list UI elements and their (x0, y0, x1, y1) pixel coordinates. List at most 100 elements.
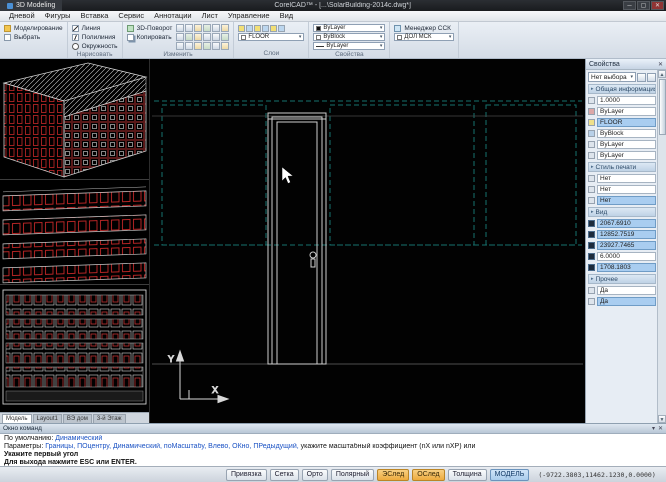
properties-scrollbar[interactable] (657, 70, 666, 423)
property-row[interactable]: Нет (588, 195, 656, 205)
property-value[interactable]: ByLayer (597, 139, 656, 149)
property-row[interactable]: 1.0000 (588, 95, 656, 105)
line-button[interactable]: Линия (71, 24, 118, 32)
modify-tool-icon[interactable] (212, 33, 221, 41)
modify-tool-icon[interactable] (203, 24, 212, 32)
property-row[interactable]: 6.0000 (588, 251, 656, 261)
select-button[interactable]: Выбрать (4, 33, 63, 41)
property-value[interactable]: Нет (597, 184, 656, 194)
main-canvas[interactable]: Y X (150, 59, 585, 423)
scroll-up-icon[interactable] (658, 70, 666, 78)
menu-item-0[interactable]: Дневой (4, 11, 40, 21)
close-button[interactable]: ✕ (651, 1, 664, 10)
grid-toggle[interactable]: Сетка (269, 468, 299, 481)
tab-layout1[interactable]: Layout1 (32, 414, 62, 423)
layer-combo[interactable]: FLOOR (238, 33, 305, 41)
property-row[interactable]: Да (588, 296, 656, 306)
scroll-down-icon[interactable] (658, 415, 666, 423)
property-row[interactable]: Да (588, 285, 656, 295)
modeling-button[interactable]: Моделирование (4, 24, 63, 32)
etrack-toggle[interactable]: ЭСлед (377, 468, 410, 481)
menu-item-2[interactable]: Вставка (76, 11, 114, 21)
property-row[interactable]: 23927.7465 (588, 240, 656, 250)
layer-state-icon[interactable] (254, 24, 262, 32)
property-row[interactable]: 2067.6910 (588, 218, 656, 228)
property-value[interactable]: Да (597, 285, 656, 295)
property-value[interactable]: 6.0000 (597, 251, 656, 261)
polar-toggle[interactable]: Полярный (330, 468, 375, 481)
command-close-icon[interactable]: ✕ (658, 425, 663, 432)
menu-item-3[interactable]: Сервис (113, 11, 149, 21)
property-row[interactable]: 1708.1803 (588, 262, 656, 272)
group-label-properties[interactable]: Свойства (313, 50, 385, 59)
palette-close-icon[interactable]: ✕ (658, 61, 663, 68)
modify-tool-icon[interactable] (203, 33, 212, 41)
property-row[interactable]: 12852.7519 (588, 229, 656, 239)
maximize-button[interactable]: ▢ (637, 1, 650, 10)
menu-item-6[interactable]: Управление (223, 11, 275, 21)
modify-tool-icon[interactable] (185, 24, 194, 32)
property-value[interactable]: ByLayer (597, 106, 656, 116)
property-value[interactable]: Да (597, 296, 656, 306)
layer-state-icon[interactable] (262, 24, 270, 32)
property-value[interactable]: 1708.1803 (597, 262, 656, 272)
tab-model[interactable]: Модель (2, 414, 32, 423)
circle-button[interactable]: Окружность (71, 42, 118, 50)
property-value[interactable]: Нет (597, 195, 656, 205)
layer-state-icon[interactable] (246, 24, 254, 32)
command-options-links[interactable]: Границы, ПОцентру, Динамический, поМасшт… (45, 443, 298, 450)
group-label-layers[interactable]: Слои (238, 49, 304, 58)
modify-tool-icon[interactable] (176, 24, 185, 32)
copy-button[interactable]: Копировать (126, 33, 173, 41)
modify-tool-icon[interactable] (194, 33, 203, 41)
command-history[interactable]: По умолчанию: Динамический Параметры: Гр… (0, 434, 666, 466)
section-header-printstyle[interactable]: Стиль печати (588, 162, 656, 172)
polyline-button[interactable]: Полилиния (71, 33, 118, 41)
property-value[interactable]: FLOOR (597, 117, 656, 127)
ucs-manager-button[interactable]: Менеджер ССК (394, 24, 454, 32)
layer-state-icon[interactable] (278, 24, 286, 32)
workspace-tab[interactable]: 3D Modeling (0, 0, 63, 11)
rotate3d-button[interactable]: 3D-Поворот (126, 24, 172, 32)
viewport-axonometric[interactable] (0, 59, 149, 180)
modify-tool-icon[interactable] (212, 24, 221, 32)
command-window-header[interactable]: Окно команд ▾ ✕ (0, 424, 666, 434)
select-entities-icon[interactable] (647, 72, 656, 82)
color-combo[interactable]: ByLayer (313, 24, 386, 32)
otrack-toggle[interactable]: ОСлед (412, 468, 445, 481)
default-option-link[interactable]: Динамический (55, 435, 102, 442)
lineweight-combo[interactable]: ByLayer (313, 42, 386, 50)
property-value[interactable]: 2067.6910 (597, 218, 656, 228)
property-row[interactable]: ByBlock (588, 128, 656, 138)
modify-tool-icon[interactable] (194, 42, 203, 50)
modify-tool-icon[interactable] (185, 42, 194, 50)
command-collapse-icon[interactable]: ▾ (652, 425, 655, 432)
property-row[interactable]: FLOOR (588, 117, 656, 127)
quick-select-icon[interactable] (637, 72, 646, 82)
menu-item-5[interactable]: Лист (197, 11, 223, 21)
property-value[interactable]: 12852.7519 (597, 229, 656, 239)
property-value[interactable]: ByBlock (597, 128, 656, 138)
group-label-draw[interactable]: Нарисовать (72, 50, 118, 59)
ucs-combo[interactable]: ДОЛ МСК (394, 33, 455, 41)
modify-tool-icon[interactable] (176, 33, 185, 41)
ortho-toggle[interactable]: Орто (301, 468, 328, 481)
property-row[interactable]: ByLayer (588, 139, 656, 149)
property-value[interactable]: ByLayer (597, 150, 656, 160)
property-row[interactable]: ByLayer (588, 150, 656, 160)
property-row[interactable]: Нет (588, 184, 656, 194)
modify-tool-icon[interactable] (203, 42, 212, 50)
modify-tool-icon[interactable] (185, 33, 194, 41)
viewport-elevation[interactable] (0, 285, 149, 412)
lineweight-toggle[interactable]: Толщина (447, 468, 487, 481)
minimize-button[interactable]: ─ (623, 1, 636, 10)
property-value[interactable]: Нет (597, 173, 656, 183)
property-row[interactable]: Нет (588, 173, 656, 183)
properties-header[interactable]: Свойства ✕ (586, 59, 666, 70)
section-header-general[interactable]: Общая информация (588, 84, 656, 94)
modify-tool-icon[interactable] (221, 24, 230, 32)
modify-tool-icon[interactable] (221, 33, 230, 41)
menu-item-1[interactable]: Фигуры (40, 11, 76, 21)
section-header-misc[interactable]: Прочее (588, 274, 656, 284)
modify-tool-icon[interactable] (176, 42, 185, 50)
